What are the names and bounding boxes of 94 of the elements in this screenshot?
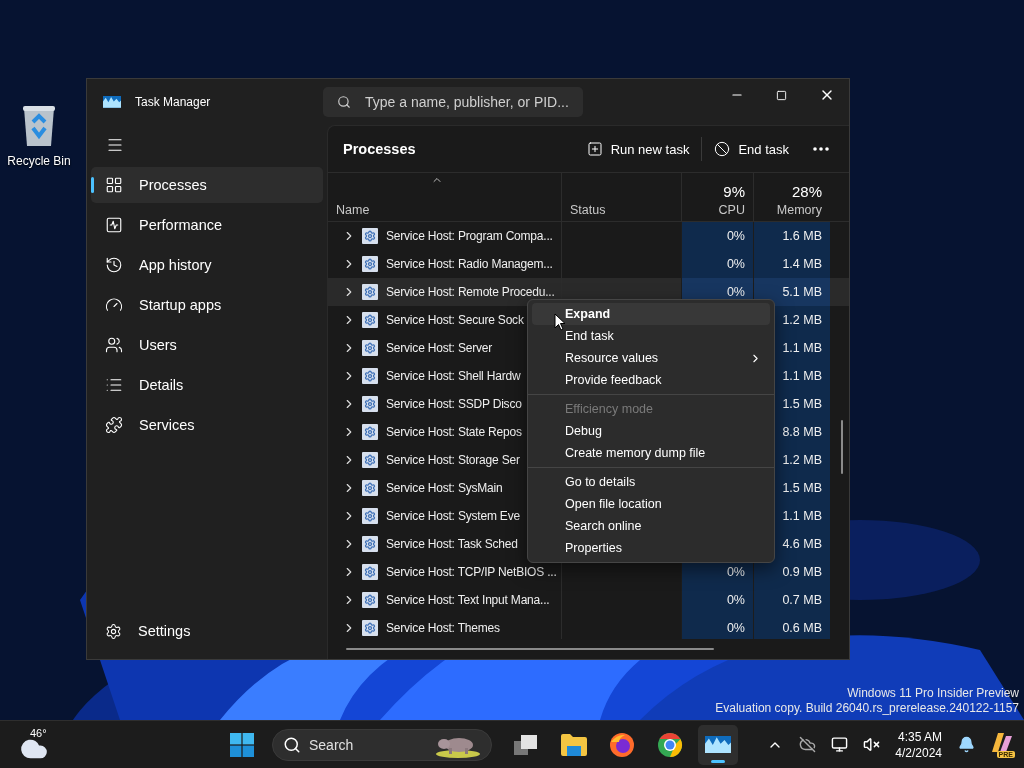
process-name: Service Host: Shell Hardw [386, 369, 521, 383]
build-info-text: Evaluation copy. Build 26040.rs_prerelease.240122-1157 [715, 701, 1019, 715]
task-manager-icon [705, 736, 731, 753]
more-icon [813, 147, 829, 151]
menu-icon [106, 136, 124, 154]
process-name: Service Host: Remote Procedu... [386, 285, 555, 299]
sidebar-item[interactable]: Services [91, 407, 323, 443]
activity-icon [105, 216, 123, 234]
process-name: Service Host: Text Input Mana... [386, 593, 550, 607]
process-name: Service Host: Task Sched [386, 537, 518, 551]
cpu-cell: 0% [681, 614, 753, 639]
bell-icon [957, 736, 975, 753]
gear-icon [362, 424, 378, 440]
volume-muted-icon [862, 736, 880, 753]
gear-icon [362, 536, 378, 552]
weather-widget[interactable]: 46° [14, 724, 54, 765]
menu-item[interactable]: Expand [532, 303, 770, 325]
memory-cell: 1.6 MB [753, 222, 830, 250]
cloud-off-icon [798, 736, 816, 753]
gear-icon [362, 564, 378, 580]
process-name: Service Host: Themes [386, 621, 500, 635]
gear-icon [362, 228, 378, 244]
prohibited-icon [714, 141, 731, 157]
folder-icon [561, 733, 587, 756]
clock[interactable]: 4:35 AM 4/2/2024 [889, 729, 948, 760]
process-name: Service Host: System Eve [386, 509, 520, 523]
taskbar-app-button[interactable] [698, 724, 738, 765]
memory-cell: 0.6 MB [753, 614, 830, 639]
settings-icon [105, 622, 122, 640]
memory-cell: 0.9 MB [753, 558, 830, 586]
column-header[interactable]: 9% CPU [681, 173, 753, 221]
process-name: Service Host: Radio Managem... [386, 257, 553, 271]
settings-button[interactable]: Settings [91, 613, 323, 649]
gear-icon [362, 256, 378, 272]
sidebar-item[interactable]: Performance [91, 207, 323, 243]
gear-icon [362, 452, 378, 468]
gear-icon [362, 312, 378, 328]
puzzle-icon [105, 416, 123, 434]
process-name: Service Host: Program Compa... [386, 229, 553, 243]
end-task-button[interactable]: End task [702, 133, 801, 165]
monitor-icon [830, 736, 848, 753]
column-header[interactable]: Status [561, 173, 681, 221]
search-icon [283, 735, 301, 754]
search-icon [337, 95, 351, 109]
gear-icon [362, 368, 378, 384]
search-field[interactable]: Type a name, publisher, or PID... [323, 87, 583, 117]
process-name: Service Host: TCP/IP NetBIOS ... [386, 565, 557, 579]
cpu-cell: 0% [681, 222, 753, 250]
cpu-cell: 0% [681, 250, 753, 278]
memory-cell: 0.7 MB [753, 586, 830, 614]
task-view-icon [514, 734, 538, 755]
run-new-task-button[interactable]: Run new task [574, 133, 702, 165]
plus-icon [586, 141, 603, 157]
maximize-icon [776, 89, 787, 101]
horizontal-scrollbar[interactable] [346, 648, 714, 650]
gauge-icon [105, 296, 123, 314]
column-header[interactable]: Name [328, 173, 561, 221]
gear-icon [362, 480, 378, 496]
sidebar-item[interactable]: Users [91, 327, 323, 363]
page-title: Processes [343, 141, 417, 157]
list-icon [105, 376, 123, 394]
selection-indicator [91, 177, 94, 193]
task-manager-icon [103, 96, 121, 108]
users-icon [105, 336, 123, 354]
gear-icon [362, 284, 378, 300]
chrome-icon [657, 731, 683, 758]
process-name: Service Host: SSDP Disco [386, 397, 522, 411]
grid-icon [105, 176, 123, 194]
process-name: Service Host: Storage Ser [386, 453, 520, 467]
cpu-cell: 0% [681, 586, 753, 614]
window-title: Task Manager [135, 95, 212, 109]
column-header[interactable]: 28% Memory [753, 173, 830, 221]
memory-cell: 1.4 MB [753, 250, 830, 278]
gear-icon [362, 508, 378, 524]
memory-cell: 5.1 MB [753, 278, 830, 306]
process-name: Service Host: State Repos [386, 425, 522, 439]
history-icon [105, 256, 123, 274]
process-name: Service Host: Server [386, 341, 493, 355]
windows-logo-icon [230, 732, 254, 757]
sidebar-item[interactable]: Details [91, 367, 323, 403]
mouse-cursor-icon [554, 313, 566, 331]
taskbar-search[interactable]: Search [272, 728, 492, 761]
desktop-icon-label[interactable]: Recycle Bin [7, 154, 71, 168]
sidebar-item[interactable]: App history [91, 247, 323, 283]
fox-globe-icon [609, 731, 635, 758]
sidebar-item[interactable]: Startup apps [91, 287, 323, 323]
process-name: Service Host: SysMain [386, 481, 503, 495]
gear-icon [362, 620, 378, 636]
process-name: Service Host: Secure Sock [386, 313, 524, 327]
sidebar-item[interactable]: Processes [91, 167, 323, 203]
gear-icon [362, 592, 378, 608]
gear-icon [362, 396, 378, 412]
gear-icon [362, 340, 378, 356]
vertical-scrollbar[interactable] [841, 420, 843, 474]
